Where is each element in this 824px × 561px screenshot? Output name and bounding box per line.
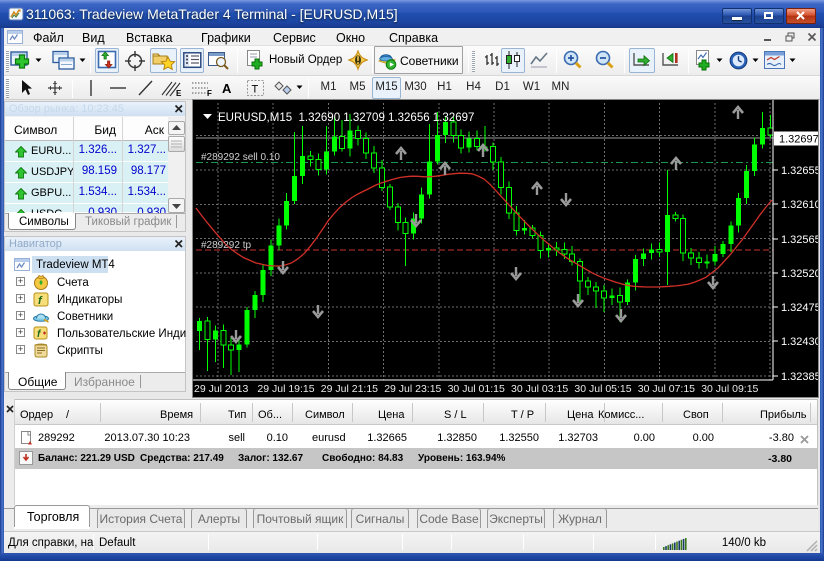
svg-text:F: F <box>207 89 212 97</box>
svg-text:30 Jul 01:15: 30 Jul 01:15 <box>448 383 505 395</box>
svg-text:#289292 tp: #289292 tp <box>201 240 251 251</box>
svg-text:1.32475: 1.32475 <box>781 302 818 314</box>
svg-text:1.32565: 1.32565 <box>781 234 818 246</box>
svg-text:30 Jul 09:15: 30 Jul 09:15 <box>701 383 758 395</box>
svg-text:1.32610: 1.32610 <box>781 199 818 211</box>
svg-text:30 Jul 05:15: 30 Jul 05:15 <box>574 383 631 395</box>
svg-text:E: E <box>176 89 182 97</box>
svg-text:30 Jul 07:15: 30 Jul 07:15 <box>638 383 695 395</box>
svg-text:EURUSD,M15 1.32690 1.32709 1.: EURUSD,M15 1.32690 1.32709 1.32656 1.326… <box>218 112 474 124</box>
svg-text:T: T <box>252 84 259 96</box>
svg-text:29 Jul 19:15: 29 Jul 19:15 <box>257 383 314 395</box>
svg-text:#289292 sell 0.10: #289292 sell 0.10 <box>201 152 280 163</box>
svg-text:29 Jul 23:15: 29 Jul 23:15 <box>384 383 441 395</box>
svg-text:1.32655: 1.32655 <box>781 165 818 177</box>
svg-text:29 Jul 2013: 29 Jul 2013 <box>194 383 248 395</box>
svg-text:29 Jul 21:15: 29 Jul 21:15 <box>321 383 378 395</box>
svg-text:1.32520: 1.32520 <box>781 268 818 280</box>
svg-text:1.32697: 1.32697 <box>779 134 818 146</box>
svg-text:30 Jul 03:15: 30 Jul 03:15 <box>511 383 568 395</box>
svg-text:1.32430: 1.32430 <box>781 336 818 348</box>
svg-text:1.32385: 1.32385 <box>781 371 818 383</box>
